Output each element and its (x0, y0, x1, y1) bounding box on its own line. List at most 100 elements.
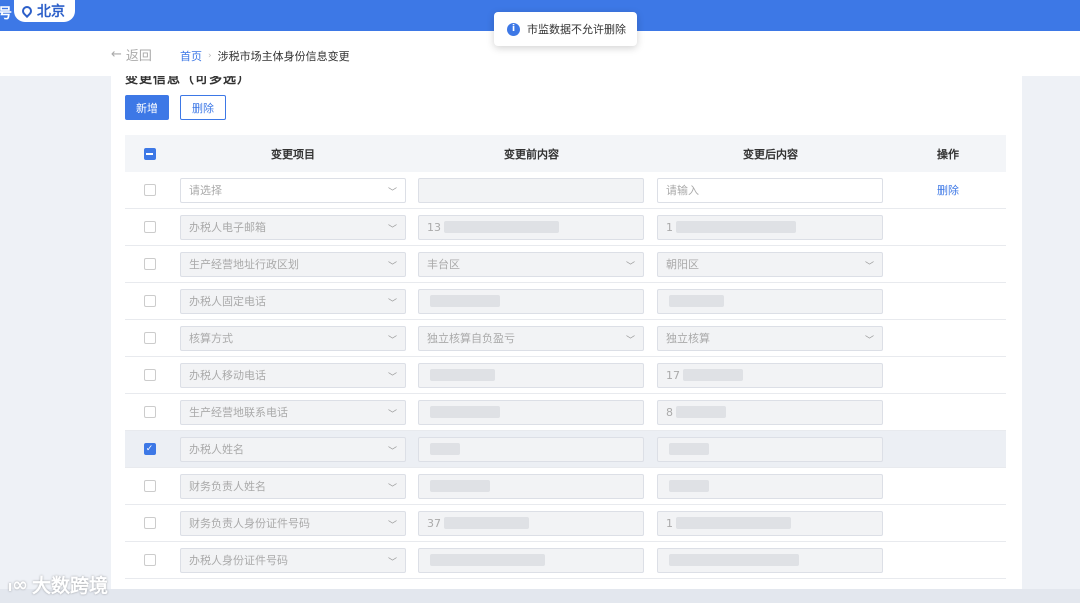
row-checkbox[interactable] (143, 406, 156, 418)
redacted-block (430, 554, 545, 566)
after-field: 17 (657, 362, 883, 388)
back-button[interactable]: ← 返回 (111, 45, 152, 64)
row-delete-link[interactable]: 删除 (937, 182, 959, 198)
item-value: 财务负责人姓名 (189, 480, 266, 493)
before-field (418, 399, 644, 425)
chevron-down-icon: ﹀ (387, 224, 397, 235)
after-field (657, 436, 883, 462)
item-select[interactable]: 办税人固定电话 ﹀ (180, 288, 406, 314)
row-checkbox[interactable]: ✓ (143, 443, 156, 455)
item-value: 生产经营地联系电话 (189, 406, 288, 419)
after-field (657, 288, 883, 314)
table-row: 生产经营地址行政区划 ﹀ 丰台区 ﹀ 朝阳区 ﹀ (125, 246, 1006, 283)
chevron-down-icon: ﹀ (387, 335, 397, 346)
item-value: 办税人电子邮箱 (189, 221, 266, 234)
before-field (418, 547, 644, 573)
header-before: 变更前内容 (504, 147, 559, 161)
toast-message: 市监数据不允许删除 (527, 23, 626, 36)
arrow-left-icon: ← (111, 47, 122, 62)
row-checkbox[interactable] (143, 332, 156, 344)
table-header: 变更项目 变更前内容 变更后内容 操作 (125, 135, 1006, 172)
item-value: 生产经营地址行政区划 (189, 258, 299, 271)
chevron-down-icon: ﹀ (625, 261, 635, 272)
item-select[interactable]: 办税人电子邮箱 ﹀ (180, 214, 406, 240)
item-select[interactable]: 办税人身份证件号码 ﹀ (180, 547, 406, 573)
redacted-block (430, 406, 500, 418)
redacted-block (444, 517, 529, 529)
before-select[interactable]: 独立核算自负盈亏 ﹀ (418, 325, 644, 351)
section-title: 变更信息（可多选） (125, 76, 252, 87)
before-field: 13 (418, 214, 644, 240)
chevron-down-icon: ﹀ (387, 409, 397, 420)
chevron-down-icon: ﹀ (387, 261, 397, 272)
table-row: 办税人移动电话 ﹀ 17 (125, 357, 1006, 394)
before-value: 37 (427, 516, 441, 530)
item-select[interactable]: 生产经营地址行政区划 ﹀ (180, 251, 406, 277)
table-row: 请选择 ﹀ 请输入 删除 (125, 172, 1006, 209)
row-checkbox[interactable] (143, 184, 156, 196)
watermark-logo-icon: ₗ∞ (8, 573, 28, 596)
table-row: 核算方式 ﹀ 独立核算自负盈亏 ﹀ 独立核算 ﹀ (125, 320, 1006, 357)
before-field (418, 362, 644, 388)
row-checkbox[interactable] (143, 517, 156, 529)
item-value: 办税人固定电话 (189, 295, 266, 308)
item-select[interactable]: 生产经营地联系电话 ﹀ (180, 399, 406, 425)
chevron-down-icon: ﹀ (387, 446, 397, 457)
watermark: ₗ∞ 大数跨境 (8, 571, 108, 598)
redacted-block (444, 221, 559, 233)
add-button[interactable]: 新增 (125, 95, 169, 120)
header-after: 变更后内容 (743, 147, 798, 161)
before-field (418, 177, 644, 203)
redacted-block (676, 406, 726, 418)
after-select[interactable]: 朝阳区 ﹀ (657, 251, 883, 277)
item-select[interactable]: 办税人移动电话 ﹀ (180, 362, 406, 388)
back-label: 返回 (125, 49, 152, 64)
after-input-placeholder: 请输入 (666, 184, 699, 197)
chevron-down-icon: ﹀ (387, 372, 397, 383)
row-checkbox[interactable] (143, 554, 156, 566)
redacted-block (430, 295, 500, 307)
after-value: 1 (666, 220, 673, 234)
before-select[interactable]: 丰台区 ﹀ (418, 251, 644, 277)
delete-button[interactable]: 删除 (180, 95, 226, 120)
row-checkbox[interactable] (143, 258, 156, 270)
before-value: 丰台区 (427, 258, 460, 271)
row-checkbox[interactable] (143, 480, 156, 492)
item-select[interactable]: 办税人姓名 ﹀ (180, 436, 406, 462)
chevron-right-icon: › (208, 51, 212, 61)
location-pin-icon (19, 3, 35, 19)
item-value: 办税人移动电话 (189, 369, 266, 382)
before-field: 37 (418, 510, 644, 536)
chevron-down-icon: ﹀ (387, 483, 397, 494)
redacted-block (683, 369, 743, 381)
row-checkbox[interactable] (143, 295, 156, 307)
after-field: 1 (657, 214, 883, 240)
item-value: 财务负责人身份证件号码 (189, 517, 310, 530)
item-value: 核算方式 (189, 332, 233, 345)
row-checkbox[interactable] (143, 369, 156, 381)
after-input[interactable]: 请输入 (657, 177, 883, 203)
chevron-down-icon: ﹀ (387, 557, 397, 568)
after-select[interactable]: 独立核算 ﹀ (657, 325, 883, 351)
after-field: 8 (657, 399, 883, 425)
table-row: 财务负责人身份证件号码 ﹀ 37 1 (125, 505, 1006, 542)
breadcrumb-current: 涉税市场主体身份信息变更 (217, 50, 350, 63)
redacted-block (669, 443, 709, 455)
item-select[interactable]: 请选择 ﹀ (180, 177, 406, 203)
item-value: 办税人身份证件号码 (189, 554, 288, 567)
redacted-block (669, 295, 724, 307)
breadcrumb-home-link[interactable]: 首页 (180, 48, 202, 64)
location-selector[interactable]: 北京 (14, 0, 75, 22)
after-value: 1 (666, 516, 673, 530)
item-select[interactable]: 财务负责人姓名 ﹀ (180, 473, 406, 499)
before-field (418, 288, 644, 314)
item-select[interactable]: 财务负责人身份证件号码 ﹀ (180, 510, 406, 536)
item-select[interactable]: 核算方式 ﹀ (180, 325, 406, 351)
chevron-down-icon: ﹀ (625, 335, 635, 346)
row-checkbox[interactable] (143, 221, 156, 233)
after-value: 8 (666, 405, 673, 419)
select-all-checkbox[interactable] (143, 147, 156, 160)
after-field: 1 (657, 510, 883, 536)
breadcrumb: 首页 › 涉税市场主体身份信息变更 (180, 48, 350, 64)
chevron-down-icon: ﹀ (387, 187, 397, 198)
